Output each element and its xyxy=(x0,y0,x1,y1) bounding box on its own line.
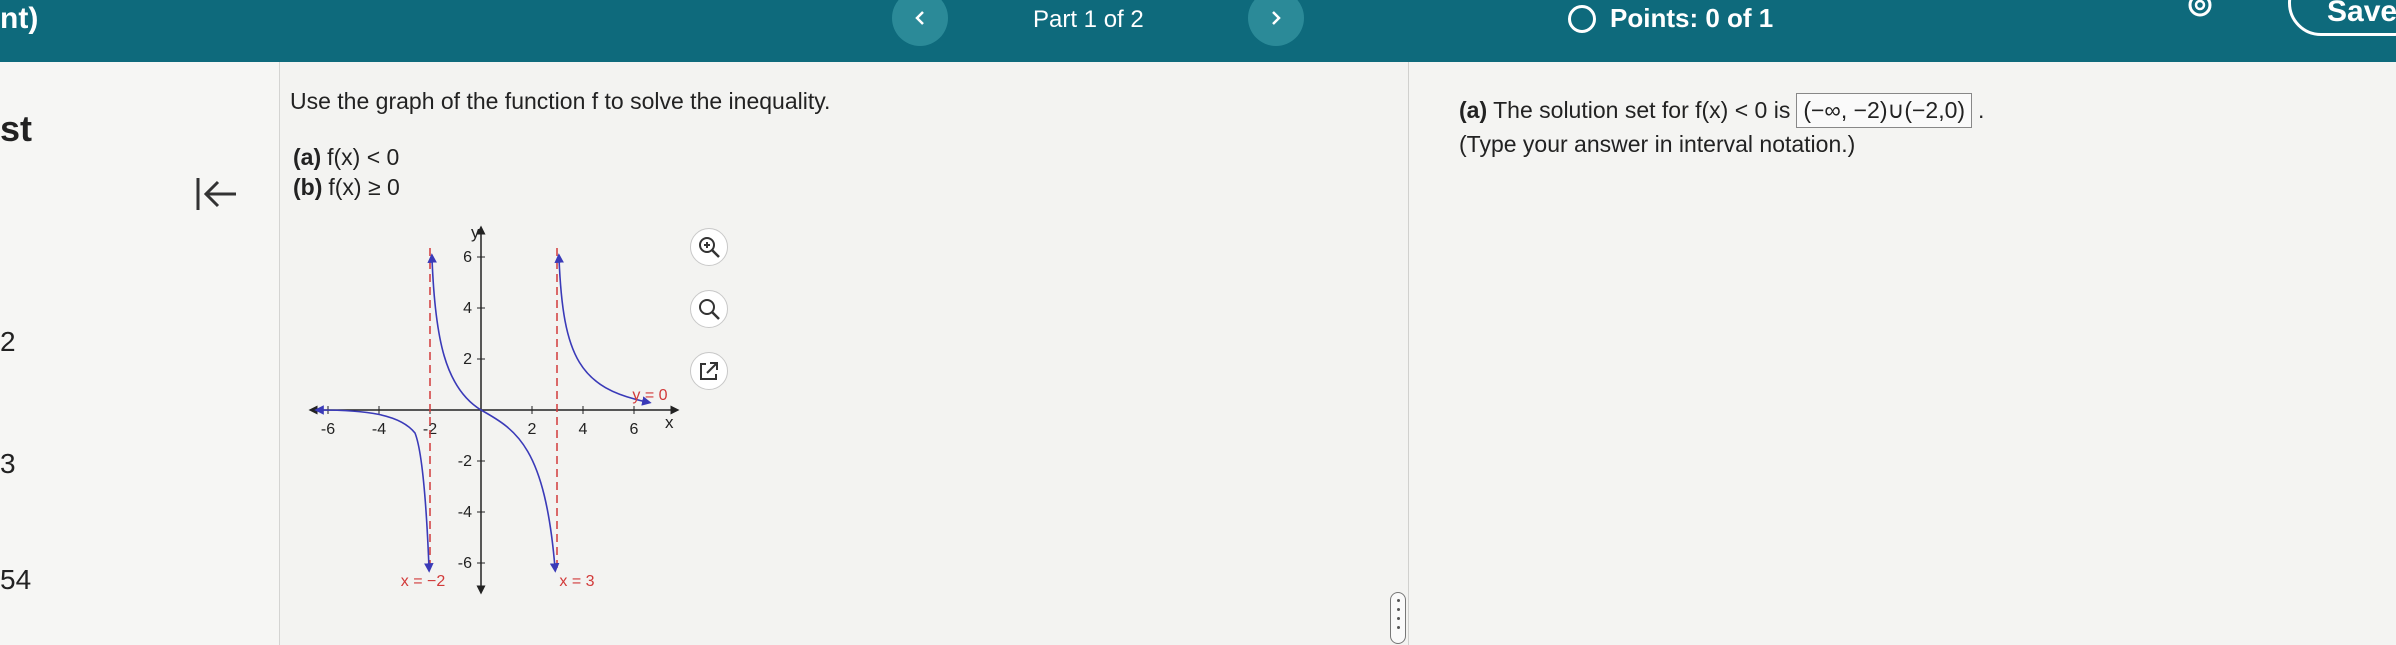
sidebar-item-2[interactable]: 2 xyxy=(0,326,16,358)
part-b-tag: (b) xyxy=(293,174,323,200)
part-indicator: Part 1 of 2 xyxy=(1033,6,1144,33)
gear-icon[interactable] xyxy=(2183,0,2217,22)
answer-line: (a) The solution set for f(x) < 0 is (−∞… xyxy=(1459,93,1984,128)
points-circle-icon xyxy=(1568,4,1596,33)
y-tick-label: 4 xyxy=(463,300,472,317)
asymptote-label: x = 3 xyxy=(559,573,594,590)
question-sidebar: st 2 3 54 xyxy=(0,62,280,645)
question-part-a: (a) f(x) < 0 xyxy=(293,144,399,171)
curve-right-branch xyxy=(554,253,652,406)
curve-middle-branch xyxy=(427,253,560,573)
previous-part-button[interactable] xyxy=(892,0,948,46)
asymptote-label: y = 0 xyxy=(632,387,667,404)
sidebar-item-54[interactable]: 54 xyxy=(0,564,31,596)
part-a-text: f(x) < 0 xyxy=(327,144,400,170)
points-status: Points: 0 of 1 xyxy=(1568,3,1773,34)
top-bar: nt) Part 1 of 2 Points: 0 of 1 Save xyxy=(0,0,2396,62)
zoom-in-icon xyxy=(699,237,720,258)
answer-prefix: The solution set for f(x) < 0 is xyxy=(1493,97,1791,123)
y-tick-label: -2 xyxy=(458,453,472,470)
sidebar-heading: st xyxy=(0,108,33,149)
y-tick-label: 2 xyxy=(463,351,472,368)
save-button[interactable]: Save xyxy=(2288,0,2396,36)
answer-part-tag: (a) xyxy=(1459,97,1488,123)
x-tick-label: -4 xyxy=(372,421,386,438)
y-axis-label: y xyxy=(471,223,480,242)
asymptote-label: x = −2 xyxy=(401,573,446,590)
zoom-out-button[interactable] xyxy=(690,290,728,328)
panel-resize-handle[interactable] xyxy=(1390,592,1406,644)
x-tick-label: 6 xyxy=(630,421,639,438)
x-axis-label: x xyxy=(665,413,674,432)
x-tick-label: 2 xyxy=(528,421,537,438)
next-part-button[interactable] xyxy=(1248,0,1304,46)
external-link-icon xyxy=(700,362,718,380)
x-tick-label: 4 xyxy=(579,421,588,438)
function-graph: -6 -4 -2 2 4 6 6 4 2 -2 -4 -6 x y x = −2… xyxy=(308,223,680,595)
open-graph-button[interactable] xyxy=(690,352,728,390)
collapse-sidebar-icon[interactable] xyxy=(194,174,240,214)
question-prompt: Use the graph of the function f to solve… xyxy=(290,88,831,114)
chevron-left-icon xyxy=(915,11,924,25)
answer-hint: (Type your answer in interval notation.) xyxy=(1459,131,1856,157)
answer-input[interactable]: (−∞, −2)∪(−2,0) xyxy=(1796,93,1973,128)
x-tick-label: -6 xyxy=(321,421,335,438)
part-b-text: f(x) ≥ 0 xyxy=(328,174,400,200)
question-part-b: (b) f(x) ≥ 0 xyxy=(293,174,400,201)
assignment-title: nt) xyxy=(0,2,39,35)
zoom-in-button[interactable] xyxy=(690,228,728,266)
sidebar-item-3[interactable]: 3 xyxy=(0,448,16,480)
y-tick-label: -4 xyxy=(458,504,472,521)
part-a-tag: (a) xyxy=(293,144,322,170)
y-tick-label: -6 xyxy=(458,555,472,572)
answer-suffix: . xyxy=(1978,97,1985,123)
y-tick-label: 6 xyxy=(463,249,472,266)
points-label: Points: 0 of 1 xyxy=(1610,3,1774,33)
zoom-out-icon xyxy=(699,299,720,320)
chevron-right-icon xyxy=(1272,11,1281,25)
